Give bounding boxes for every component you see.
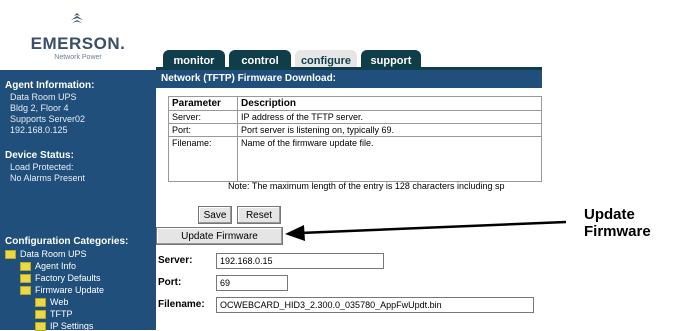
table-row: Port: Port server is listening on, typic… <box>168 123 542 137</box>
sidebar: Agent Information: Data Room UPS Bldg 2,… <box>0 70 156 331</box>
tree-item-label: Agent Info <box>35 261 77 271</box>
table-row: Server: IP address of the TFTP server. <box>168 110 542 124</box>
tree-item-label: Firmware Update <box>35 285 105 295</box>
folder-icon <box>35 298 46 308</box>
filename-input[interactable] <box>216 297 534 313</box>
table-row: Filename: Name of the firmware update fi… <box>168 136 542 182</box>
device-status-line: No Alarms Present <box>10 173 86 183</box>
port-label: Port: <box>158 277 182 288</box>
table-cell: Server: <box>168 110 238 124</box>
folder-icon <box>20 274 31 284</box>
agent-info-line: Data Room UPS <box>10 92 77 102</box>
logo-area: EMERSON. Network Power <box>0 5 156 70</box>
page-title: Network (TFTP) Firmware Download: <box>156 70 542 88</box>
reset-button[interactable]: Reset <box>237 206 281 224</box>
save-button[interactable]: Save <box>198 206 232 224</box>
tree-item-label: Factory Defaults <box>35 273 101 283</box>
server-label: Server: <box>158 255 193 266</box>
filename-note: Note: The maximum length of the entry is… <box>228 181 505 191</box>
folder-icon <box>20 286 31 296</box>
port-input[interactable] <box>216 275 288 291</box>
main-panel: Network (TFTP) Firmware Download: Parame… <box>156 70 542 330</box>
device-status-heading: Device Status: <box>5 150 74 161</box>
column-header-parameter: Parameter <box>168 96 238 111</box>
filename-label: Filename: <box>158 299 205 310</box>
tree-item-label: Data Room UPS <box>20 249 87 259</box>
tree-item-firmware-update[interactable]: Firmware Update <box>20 285 105 296</box>
agent-info-line: Bldg 2, Floor 4 <box>10 103 69 113</box>
update-firmware-button[interactable]: Update Firmware <box>156 227 283 245</box>
column-header-description: Description <box>237 96 542 111</box>
tree-item-web[interactable]: Web <box>35 297 69 308</box>
tree-item-tftp[interactable]: TFTP <box>35 309 73 320</box>
brand-subtitle: Network Power <box>54 54 102 61</box>
table-cell: Port: <box>168 123 238 137</box>
table-cell: Name of the firmware update file. <box>237 136 542 182</box>
folder-icon <box>35 310 46 320</box>
tree-item-label: TFTP <box>50 309 73 319</box>
config-categories-heading: Configuration Categories: <box>5 236 129 247</box>
table-cell: Filename: <box>168 136 238 182</box>
table-cell: IP address of the TFTP server. <box>237 110 542 124</box>
callout-label: Update Firmware <box>584 206 651 240</box>
device-status-line: Load Protected: <box>10 162 74 172</box>
callout-line: Firmware <box>584 223 651 240</box>
brand-name: EMERSON. <box>30 34 126 53</box>
table-header-row: Parameter Description <box>168 96 542 111</box>
emerson-logo-icon <box>71 13 83 23</box>
server-input[interactable] <box>216 253 384 269</box>
tree-item-factory-defaults[interactable]: Factory Defaults <box>20 273 101 284</box>
parameter-table: Parameter Description Server: IP address… <box>168 96 542 182</box>
agent-info-heading: Agent Information: <box>5 80 95 91</box>
callout-line: Update <box>584 206 635 223</box>
tab-bar: monitor control configure support <box>156 5 542 72</box>
folder-icon <box>5 250 16 260</box>
web-interface-frame: EMERSON. Network Power monitor control c… <box>0 0 542 331</box>
table-cell: Port server is listening on, typically 6… <box>237 123 542 137</box>
tree-item-data-room-ups[interactable]: Data Room UPS <box>5 249 87 260</box>
tree-item-label: Web <box>50 297 69 307</box>
tree-item-agent-info[interactable]: Agent Info <box>20 261 77 272</box>
agent-info-line: 192.168.0.125 <box>10 125 68 135</box>
agent-info-line: Supports Server02 <box>10 114 86 124</box>
folder-icon <box>20 262 31 272</box>
